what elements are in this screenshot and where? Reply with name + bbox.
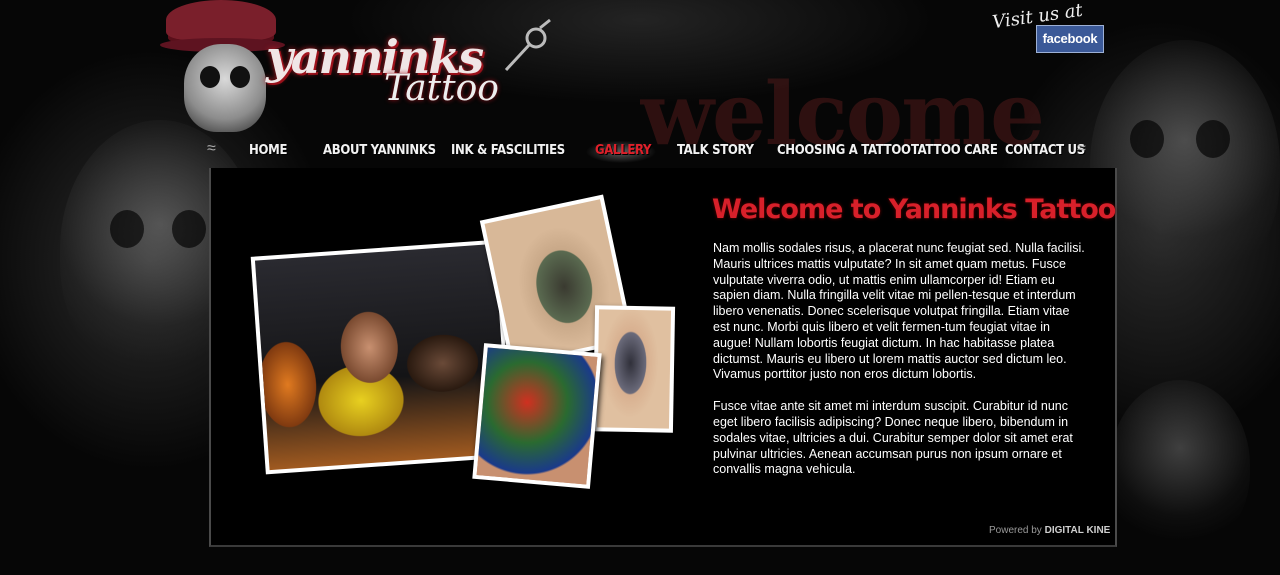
main-nav: ≈ Home About Yanninks Ink & Fascilities … <box>205 132 1115 168</box>
nav-item-talk-story[interactable]: Talk Story <box>677 140 754 162</box>
facebook-button[interactable]: facebook <box>1036 25 1104 53</box>
nav-item-ink-facilities[interactable]: Ink & Fascilities <box>451 140 565 162</box>
paragraph: Nam mollis sodales risus, a placerat nun… <box>713 241 1085 382</box>
page-title: Welcome to Yanninks Tattoo <box>712 194 1116 225</box>
nav-item-about[interactable]: About Yanninks <box>323 140 436 162</box>
logo-sub-text: Tattoo <box>384 68 499 109</box>
nav-item-choosing-tattoo[interactable]: Choosing a Tattoo <box>777 140 911 162</box>
gallery-photo-group[interactable] <box>250 239 514 475</box>
nav-item-gallery[interactable]: Gallery <box>595 140 652 162</box>
nav-item-contact[interactable]: Contact Us <box>1005 140 1085 162</box>
intro-text: Nam mollis sodales risus, a placerat nun… <box>713 241 1085 494</box>
site-logo[interactable]: yanninks Tattoo <box>160 0 590 135</box>
nav-ornament-right-icon: ≈ <box>1077 140 1086 157</box>
tattoo-machine-icon <box>504 18 551 72</box>
gallery-photo-color-tattoo[interactable] <box>472 343 602 489</box>
nav-item-home[interactable]: Home <box>249 140 287 162</box>
hat-graphic <box>166 0 276 40</box>
nav-ornament-left-icon: ≈ <box>207 140 216 157</box>
powered-name: DIGITAL KINE <box>1044 525 1111 536</box>
background-skull-bottom-right <box>1110 380 1250 550</box>
skull-graphic <box>184 44 266 132</box>
nav-item-tattoo-care[interactable]: Tattoo Care <box>911 140 998 162</box>
powered-prefix: Powered by <box>989 525 1042 536</box>
facebook-link[interactable]: Visit us at facebook <box>990 0 1106 54</box>
paragraph: Fusce vitae ante sit amet mi interdum su… <box>713 399 1073 477</box>
gallery-photo-back-tattoo[interactable] <box>592 305 676 433</box>
powered-by[interactable]: Powered by DIGITAL KINE <box>989 525 1110 536</box>
